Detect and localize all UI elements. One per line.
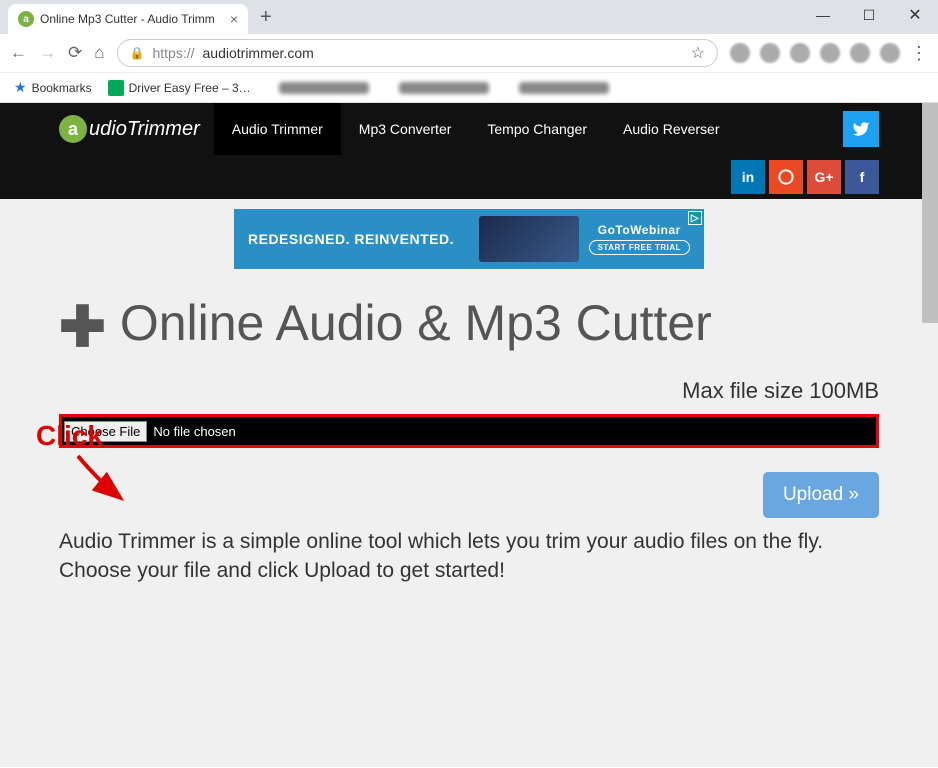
url-protocol: https:// bbox=[152, 45, 194, 61]
ad-image bbox=[479, 216, 579, 262]
main-column: REDESIGNED. REINVENTED. GoToWebinar STAR… bbox=[59, 209, 879, 625]
linkedin-button[interactable]: in bbox=[731, 160, 765, 194]
max-file-size-label: Max file size 100MB bbox=[59, 378, 879, 404]
bookmark-star-icon[interactable]: ☆ bbox=[691, 43, 705, 63]
forward-button[interactable]: → bbox=[39, 43, 56, 63]
extension-icon[interactable] bbox=[850, 43, 870, 63]
logo-text: udioTrimmer bbox=[89, 118, 200, 141]
browser-menu-icon[interactable]: ⋮ bbox=[910, 43, 928, 64]
browser-chrome: — ☐ ✕ a Online Mp3 Cutter - Audio Trimm … bbox=[0, 0, 938, 103]
facebook-button[interactable]: f bbox=[845, 160, 879, 194]
site-top-nav: a udioTrimmer Audio Trimmer Mp3 Converte… bbox=[0, 103, 938, 155]
browser-tab[interactable]: a Online Mp3 Cutter - Audio Trimm × bbox=[8, 4, 248, 34]
logo-icon: a bbox=[59, 115, 87, 143]
window-controls: — ☐ ✕ bbox=[800, 0, 938, 30]
scrollbar-thumb[interactable] bbox=[922, 103, 938, 323]
page-viewport: a udioTrimmer Audio Trimmer Mp3 Converte… bbox=[0, 103, 938, 767]
url-text: audiotrimmer.com bbox=[203, 45, 314, 61]
ad-info-icon[interactable]: ▷ bbox=[688, 211, 702, 225]
scrollbar-track[interactable] bbox=[922, 103, 938, 767]
page-title: ✚ Online Audio & Mp3 Cutter bbox=[59, 293, 879, 360]
back-button[interactable]: ← bbox=[10, 43, 27, 63]
file-input-widget: Choose File No file chosen bbox=[59, 414, 879, 448]
social-row: in G+ f bbox=[0, 155, 938, 199]
description-text: Audio Trimmer is a simple online tool wh… bbox=[59, 528, 879, 585]
stumbleupon-button[interactable] bbox=[769, 160, 803, 194]
star-icon: ★ bbox=[14, 79, 27, 96]
ad-headline: REDESIGNED. REINVENTED. bbox=[248, 231, 454, 247]
url-input[interactable]: 🔒 https:// audiotrimmer.com ☆ bbox=[117, 39, 718, 67]
annotation-arrow-icon bbox=[70, 450, 140, 510]
home-button[interactable]: ⌂ bbox=[94, 43, 104, 63]
bookmark-label: Driver Easy Free – 3… bbox=[129, 81, 251, 95]
new-tab-button[interactable]: + bbox=[248, 6, 284, 29]
extension-icon[interactable] bbox=[730, 43, 750, 63]
file-status-label: No file chosen bbox=[153, 424, 235, 439]
extension-icon[interactable] bbox=[790, 43, 810, 63]
tab-bar: a Online Mp3 Cutter - Audio Trimm × + bbox=[0, 0, 938, 34]
bookmark-favicon-icon bbox=[108, 80, 124, 96]
nav-audio-trimmer[interactable]: Audio Trimmer bbox=[214, 103, 341, 155]
plus-icon: ✚ bbox=[59, 295, 106, 358]
ad-cta[interactable]: START FREE TRIAL bbox=[589, 240, 690, 255]
tab-close-icon[interactable]: × bbox=[230, 11, 238, 27]
lock-icon: 🔒 bbox=[130, 46, 145, 60]
bookmarks-bar: ★ Bookmarks Driver Easy Free – 3… bbox=[0, 72, 938, 102]
ad-banner[interactable]: REDESIGNED. REINVENTED. GoToWebinar STAR… bbox=[234, 209, 704, 269]
extension-icon[interactable] bbox=[760, 43, 780, 63]
nav-audio-reverser[interactable]: Audio Reverser bbox=[605, 103, 738, 155]
twitter-button[interactable] bbox=[843, 111, 879, 147]
bookmark-item[interactable]: Driver Easy Free – 3… bbox=[108, 80, 251, 96]
upload-button[interactable]: Upload » bbox=[763, 472, 879, 518]
twitter-icon bbox=[852, 120, 870, 138]
maximize-button[interactable]: ☐ bbox=[846, 0, 892, 30]
toolbar-extensions: ⋮ bbox=[730, 43, 928, 64]
googleplus-button[interactable]: G+ bbox=[807, 160, 841, 194]
annotation-click-label: Click bbox=[36, 420, 103, 452]
title-text: Online Audio & Mp3 Cutter bbox=[120, 295, 712, 351]
tab-title: Online Mp3 Cutter - Audio Trimm bbox=[40, 12, 215, 26]
ad-brand: GoToWebinar bbox=[589, 223, 690, 237]
site-logo[interactable]: a udioTrimmer bbox=[59, 115, 200, 143]
minimize-button[interactable]: — bbox=[800, 0, 846, 30]
page-content: a udioTrimmer Audio Trimmer Mp3 Converte… bbox=[0, 103, 938, 767]
extension-icon[interactable] bbox=[820, 43, 840, 63]
bookmark-item[interactable]: ★ Bookmarks bbox=[14, 79, 92, 96]
extension-icon[interactable] bbox=[880, 43, 900, 63]
stumbleupon-icon bbox=[778, 169, 794, 185]
reload-button[interactable]: ⟳ bbox=[68, 43, 82, 63]
nav-mp3-converter[interactable]: Mp3 Converter bbox=[341, 103, 470, 155]
close-window-button[interactable]: ✕ bbox=[892, 0, 938, 30]
nav-tempo-changer[interactable]: Tempo Changer bbox=[469, 103, 605, 155]
bookmarks-blurred bbox=[279, 82, 609, 94]
favicon-icon: a bbox=[18, 11, 34, 27]
address-bar: ← → ⟳ ⌂ 🔒 https:// audiotrimmer.com ☆ ⋮ bbox=[0, 34, 938, 72]
bookmark-label: Bookmarks bbox=[32, 81, 92, 95]
